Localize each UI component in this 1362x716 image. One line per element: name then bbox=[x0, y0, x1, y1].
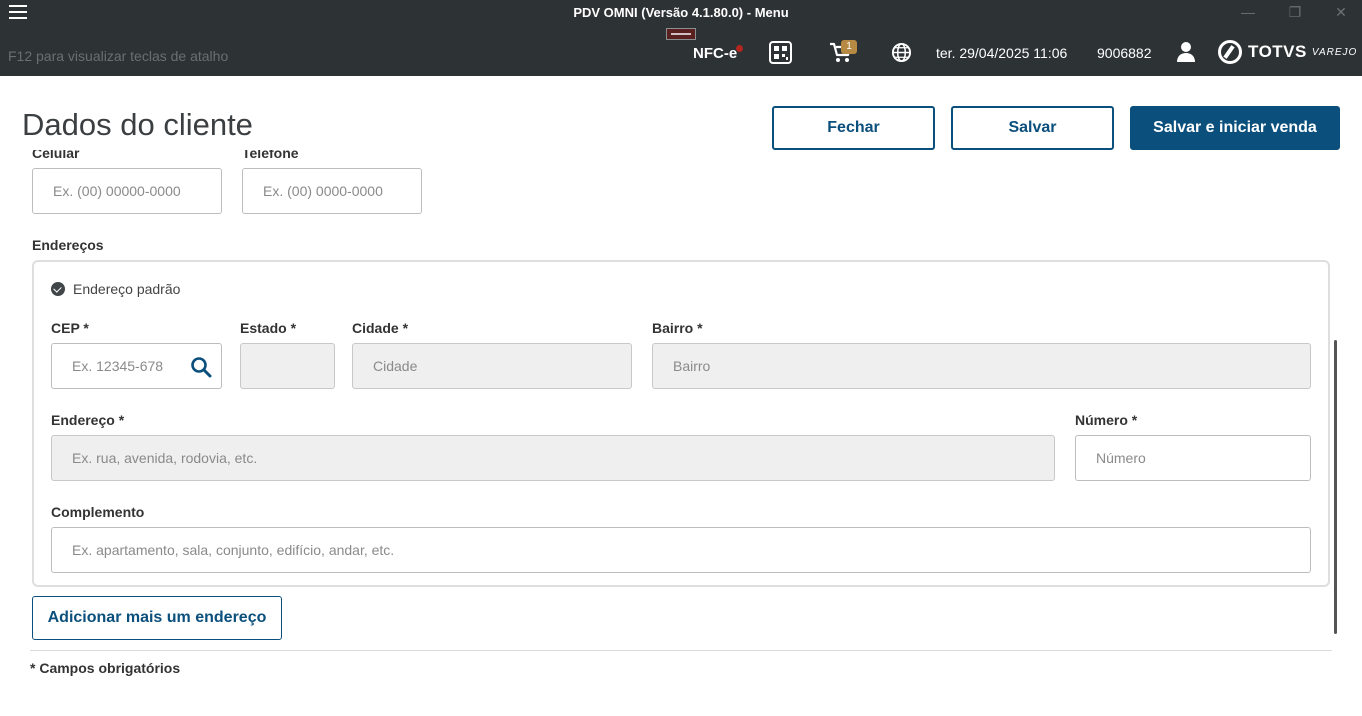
city-input[interactable] bbox=[352, 343, 632, 389]
street-label: Endereço * bbox=[51, 412, 125, 428]
district-label: Bairro * bbox=[652, 320, 703, 336]
window-title: PDV OMNI (Versão 4.1.80.0) - Menu bbox=[573, 5, 789, 20]
top-bar: PDV OMNI (Versão 4.1.80.0) - Menu — ❐ ✕ … bbox=[0, 0, 1362, 76]
check-circle-icon bbox=[51, 282, 65, 296]
search-icon[interactable] bbox=[190, 356, 212, 378]
cart-count-badge: 1 bbox=[841, 40, 857, 54]
state-label: Estado * bbox=[240, 320, 297, 336]
page-title: Dados do cliente bbox=[22, 107, 253, 142]
close-icon[interactable]: ✕ bbox=[1327, 2, 1355, 22]
logo-name: TOTVS bbox=[1248, 42, 1307, 61]
default-address-toggle[interactable]: Endereço padrão bbox=[51, 281, 180, 297]
state-select[interactable] bbox=[240, 343, 335, 389]
restore-icon[interactable]: ❐ bbox=[1281, 2, 1309, 22]
add-address-button[interactable]: Adicionar mais um endereço bbox=[32, 596, 282, 640]
complement-input[interactable] bbox=[51, 527, 1311, 573]
number-label: Número * bbox=[1075, 412, 1138, 428]
nfce-status-dot bbox=[736, 45, 743, 52]
printer-status-icon bbox=[666, 28, 696, 40]
required-fields-note: * Campos obrigatórios bbox=[30, 660, 181, 676]
phone-label: Telefone bbox=[242, 145, 299, 161]
cell-input[interactable] bbox=[32, 168, 222, 214]
city-label: Cidade * bbox=[352, 320, 409, 336]
divider bbox=[30, 650, 1332, 651]
save-button[interactable]: Salvar bbox=[951, 106, 1114, 150]
logo-subtitle: VAREJO bbox=[1311, 46, 1358, 58]
user-icon[interactable] bbox=[1176, 41, 1196, 63]
street-input[interactable] bbox=[51, 435, 1055, 481]
minimize-icon[interactable]: — bbox=[1234, 2, 1262, 22]
addresses-section-label: Endereços bbox=[32, 237, 104, 253]
user-code: 9006882 bbox=[1097, 45, 1152, 61]
totvs-logo: TOTVS VAREJO bbox=[1218, 40, 1357, 64]
datetime: ter. 29/04/2025 11:06 bbox=[936, 45, 1068, 61]
cep-label: CEP * bbox=[51, 320, 89, 336]
qr-code-icon[interactable] bbox=[769, 41, 792, 64]
globe-icon[interactable] bbox=[891, 42, 912, 63]
cell-label: Celular bbox=[32, 145, 80, 161]
totvs-logo-icon bbox=[1218, 40, 1242, 64]
nfce-label[interactable]: NFC-e bbox=[693, 45, 737, 62]
default-address-label: Endereço padrão bbox=[73, 281, 181, 297]
complement-label: Complemento bbox=[51, 504, 145, 520]
number-input[interactable] bbox=[1075, 435, 1311, 481]
close-button[interactable]: Fechar bbox=[772, 106, 935, 150]
phone-input[interactable] bbox=[242, 168, 422, 214]
district-input[interactable] bbox=[652, 343, 1311, 389]
shortcut-hint: F12 para visualizar teclas de atalho bbox=[8, 48, 229, 64]
scrollbar[interactable] bbox=[1334, 340, 1337, 634]
save-and-start-sale-button[interactable]: Salvar e iniciar venda bbox=[1130, 106, 1340, 150]
